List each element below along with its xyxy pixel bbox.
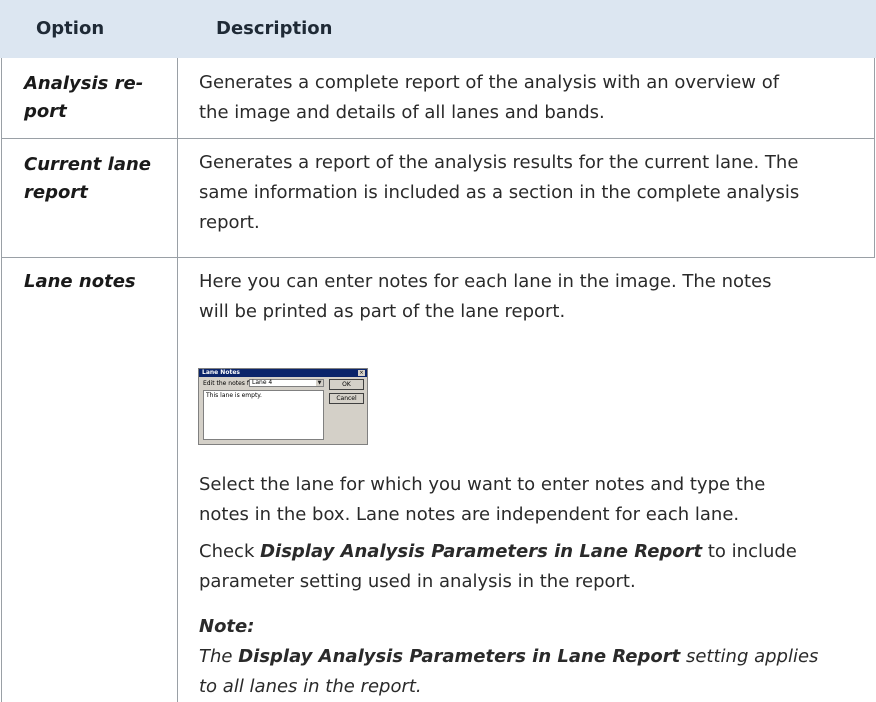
text-span: to include <box>702 541 797 562</box>
text-span: Check <box>199 541 261 562</box>
description-text: Select the lane for which you want to en… <box>199 474 766 495</box>
table-header: Option Description <box>0 0 876 58</box>
row-divider <box>1 257 875 258</box>
cancel-button[interactable]: Cancel <box>329 393 364 404</box>
lane-notes-dialog: Lane Notes × Edit the notes for: Lane 4 … <box>198 368 368 445</box>
description-text: notes in the box. Lane notes are indepen… <box>199 504 740 525</box>
option-text: port <box>24 101 67 122</box>
option-cell: Lane notes <box>24 268 136 296</box>
description-text: same information is included as a sectio… <box>199 182 800 203</box>
description-text: Generates a report of the analysis resul… <box>199 152 799 173</box>
note-block: Note: The Display Analysis Parameters in… <box>199 612 859 702</box>
description-cell: Here you can enter notes for each lane i… <box>199 267 859 327</box>
setting-name: Display Analysis Parameters in Lane Repo… <box>260 541 703 562</box>
description-cell: Check Display Analysis Parameters in Lan… <box>199 537 859 597</box>
close-icon[interactable]: × <box>358 370 365 376</box>
dialog-title: Lane Notes <box>202 369 240 376</box>
description-text: Here you can enter notes for each lane i… <box>199 271 772 292</box>
setting-name: Display Analysis Parameters in Lane Repo… <box>238 646 681 667</box>
dialog-title-bar: Lane Notes × <box>199 369 367 377</box>
row-divider <box>1 138 875 139</box>
option-cell: Current lane report <box>24 151 151 207</box>
description-cell: Generates a report of the analysis resul… <box>199 148 859 238</box>
header-description: Description <box>216 18 333 39</box>
option-text: Analysis re- <box>24 73 144 94</box>
text-span: The <box>199 646 239 667</box>
table-border-right <box>874 58 875 258</box>
description-text: the image and details of all lanes and b… <box>199 102 605 123</box>
ok-button[interactable]: OK <box>329 379 364 390</box>
option-text: Current lane <box>24 154 152 175</box>
note-heading: Note: <box>199 616 255 637</box>
text-span: setting applies <box>680 646 819 667</box>
table-column-divider <box>177 58 178 702</box>
note-text: The Display Analysis Parameters in Lane … <box>199 642 859 672</box>
header-option: Option <box>36 18 105 39</box>
option-text: report <box>24 182 88 203</box>
option-text: Lane notes <box>24 271 136 292</box>
notes-text: This lane is empty. <box>206 392 262 399</box>
chevron-down-icon[interactable]: ▼ <box>316 380 323 386</box>
description-cell: Select the lane for which you want to en… <box>199 470 859 530</box>
description-text: will be printed as part of the lane repo… <box>199 301 566 322</box>
lane-select[interactable]: Lane 4 ▼ <box>249 379 324 387</box>
description-text: parameter setting used in analysis in th… <box>199 571 636 592</box>
note-text: to all lanes in the report. <box>199 676 422 697</box>
lane-select-value: Lane 4 <box>252 379 273 386</box>
options-table: Option Description Analysis re- port Gen… <box>0 0 876 702</box>
table-border-left <box>1 58 2 702</box>
description-text: report. <box>199 212 260 233</box>
description-cell: Generates a complete report of the analy… <box>199 68 859 128</box>
description-text: Check Display Analysis Parameters in Lan… <box>199 537 859 567</box>
notes-textarea[interactable]: This lane is empty. <box>203 390 324 440</box>
option-cell: Analysis re- port <box>24 70 143 126</box>
description-text: Generates a complete report of the analy… <box>199 72 780 93</box>
